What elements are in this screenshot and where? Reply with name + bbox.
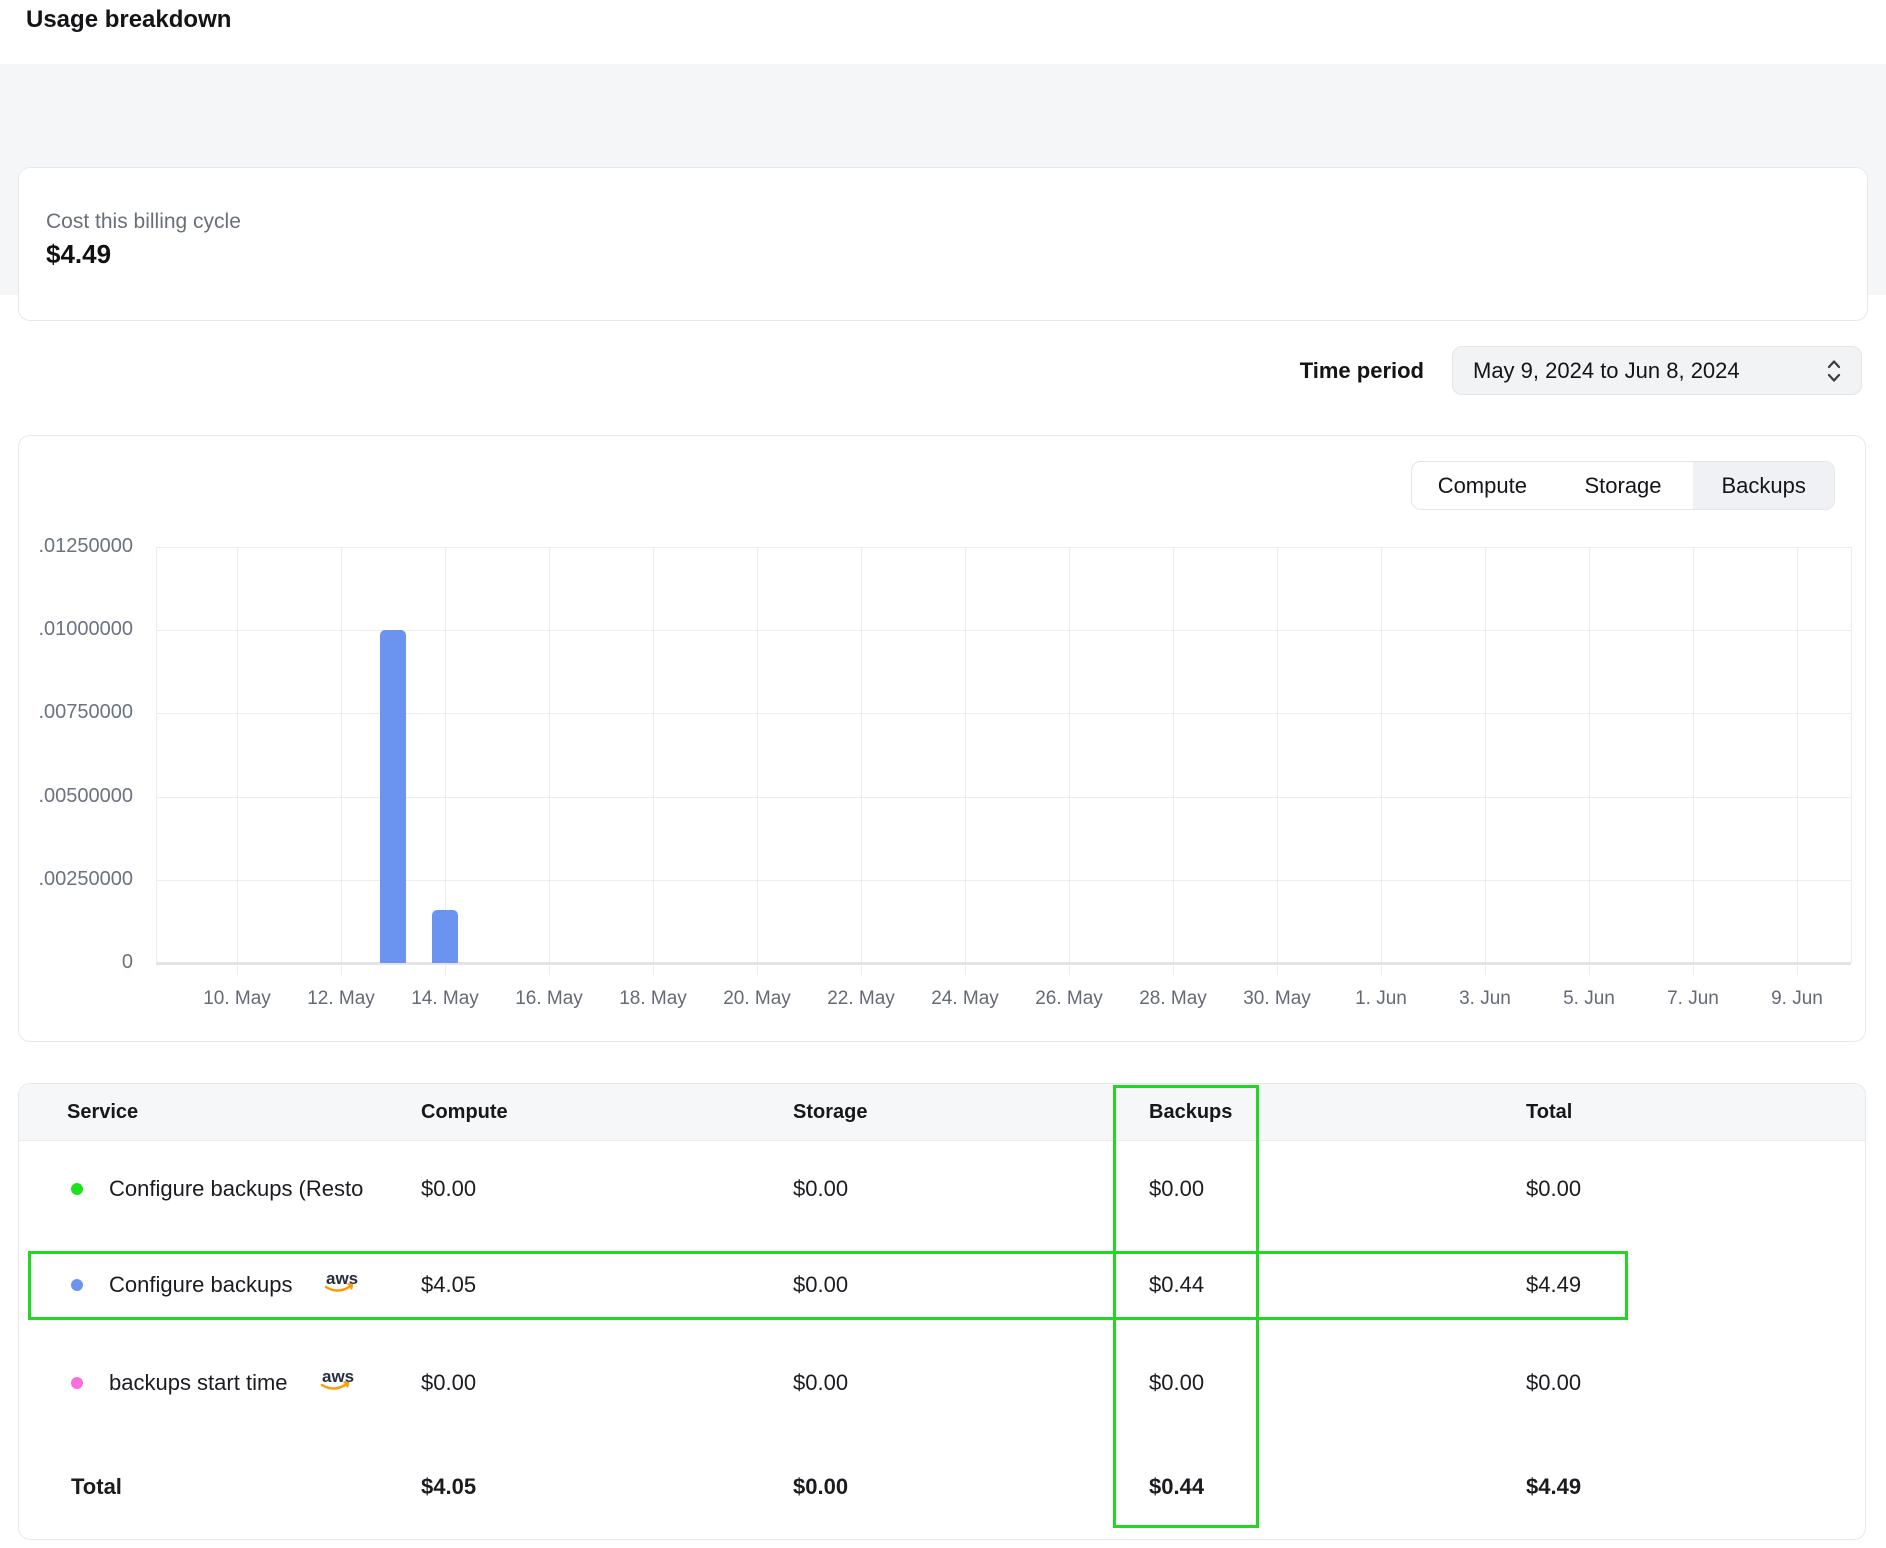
- cost-card-amount: $4.49: [46, 236, 1867, 272]
- grid-line-x: [965, 547, 966, 975]
- service-name: backups start time: [109, 1370, 288, 1396]
- usage-bar: [432, 910, 458, 963]
- compute-value: $4.05: [421, 1272, 793, 1298]
- usage-chart-card: .01250000 .01000000 .00750000 .00500000 .002…: [18, 435, 1866, 1042]
- grid-line-x: [1069, 547, 1070, 975]
- series-dot-pink: [71, 1377, 83, 1389]
- tab-backups[interactable]: Backups: [1693, 462, 1834, 509]
- total-value: $0.00: [1526, 1370, 1865, 1396]
- storage-value: $0.00: [793, 1272, 1149, 1298]
- total-value: $4.49: [1526, 1272, 1865, 1298]
- table-header-row: Service Compute Storage Backups Total: [19, 1084, 1865, 1141]
- storage-total: $0.00: [793, 1474, 1149, 1500]
- grid-line-y: [156, 880, 1851, 881]
- time-period-label: Time period: [1300, 358, 1424, 384]
- grid-line-x: [757, 547, 758, 975]
- grid-line-y: [156, 547, 1851, 548]
- tab-compute[interactable]: Compute: [1412, 462, 1553, 509]
- cost-card-label: Cost this billing cycle: [46, 208, 1867, 236]
- aws-logo-icon: aws: [318, 1366, 354, 1400]
- y-axis-tick-label: .00500000: [19, 785, 133, 808]
- grid-line-x: [341, 547, 342, 975]
- aws-logo-icon: aws: [322, 1268, 358, 1302]
- compute-total: $4.05: [421, 1474, 793, 1500]
- grid-line-x: [549, 547, 550, 975]
- grid-line-x: [237, 547, 238, 975]
- compute-value: $0.00: [421, 1370, 793, 1396]
- series-dot-green: [71, 1183, 83, 1195]
- svg-text:aws: aws: [322, 1367, 354, 1386]
- y-axis-tick-label: .01250000: [19, 535, 133, 558]
- y-axis-tick-label: .00250000: [19, 868, 133, 891]
- usage-table-card: Service Compute Storage Backups Total Co…: [18, 1083, 1866, 1540]
- time-period-select[interactable]: May 9, 2024 to Jun 8, 2024: [1452, 346, 1862, 395]
- plot-right-edge: [1851, 547, 1852, 963]
- series-dot-blue: [71, 1279, 83, 1291]
- backups-total: $0.44: [1149, 1474, 1526, 1500]
- x-axis-line: [156, 962, 1851, 965]
- table-row: backups start time aws $0.00 $0.00 $0.00…: [19, 1333, 1865, 1433]
- table-total-row: Total $4.05 $0.00 $0.44 $4.49: [19, 1433, 1865, 1540]
- column-header-total: Total: [1526, 1101, 1865, 1124]
- service-name: Configure backups: [109, 1272, 292, 1298]
- updown-chevron-icon: [1825, 358, 1843, 384]
- grid-line-y: [156, 630, 1851, 631]
- backups-value: $0.00: [1149, 1176, 1526, 1202]
- service-name: Configure backups (Resto: [109, 1176, 363, 1202]
- svg-text:aws: aws: [326, 1269, 358, 1288]
- grid-line-x: [653, 547, 654, 975]
- compute-value: $0.00: [421, 1176, 793, 1202]
- usage-bar: [380, 630, 406, 963]
- grid-line-x: [1589, 547, 1590, 975]
- backups-value: $0.00: [1149, 1370, 1526, 1396]
- column-header-storage: Storage: [793, 1101, 1149, 1124]
- billing-summary-section: Cost this billing cycle $4.49: [0, 64, 1886, 295]
- bar-chart: .01250000 .01000000 .00750000 .00500000 .002…: [19, 436, 1867, 1043]
- storage-value: $0.00: [793, 1370, 1149, 1396]
- grid-line-x: [1485, 547, 1486, 975]
- time-period-value: May 9, 2024 to Jun 8, 2024: [1473, 358, 1825, 384]
- cost-card: Cost this billing cycle $4.49: [18, 167, 1868, 321]
- grid-line-y: [156, 797, 1851, 798]
- plot-left-edge: [156, 547, 157, 963]
- x-axis-tick-label: 9. Jun: [1732, 988, 1862, 1010]
- table-row: Configure backups (Resto $0.00 $0.00 $0.…: [19, 1141, 1865, 1237]
- page-title: Usage breakdown: [26, 6, 231, 34]
- chart-metric-tabs: Compute Storage Backups: [1411, 461, 1835, 510]
- backups-value: $0.44: [1149, 1272, 1526, 1298]
- grid-line-x: [1693, 547, 1694, 975]
- grid-line-x: [1173, 547, 1174, 975]
- grid-line-x: [1797, 547, 1798, 975]
- tab-storage[interactable]: Storage: [1553, 462, 1694, 509]
- grand-total: $4.49: [1526, 1474, 1865, 1500]
- table-row: Configure backups aws $4.05 $0.00 $0.44 …: [19, 1237, 1865, 1333]
- grid-line-x: [1381, 547, 1382, 975]
- storage-value: $0.00: [793, 1176, 1149, 1202]
- column-header-service: Service: [49, 1101, 421, 1124]
- grid-line-x: [1277, 547, 1278, 975]
- column-header-backups: Backups: [1149, 1101, 1526, 1124]
- grid-line-y: [156, 713, 1851, 714]
- total-value: $0.00: [1526, 1176, 1865, 1202]
- total-row-label: Total: [71, 1474, 122, 1500]
- y-axis-tick-label: .00750000: [19, 701, 133, 724]
- column-header-compute: Compute: [421, 1101, 793, 1124]
- y-axis-tick-label: 0: [19, 951, 133, 974]
- y-axis-tick-label: .01000000: [19, 618, 133, 641]
- time-period-row: Time period May 9, 2024 to Jun 8, 2024: [0, 346, 1862, 395]
- grid-line-x: [861, 547, 862, 975]
